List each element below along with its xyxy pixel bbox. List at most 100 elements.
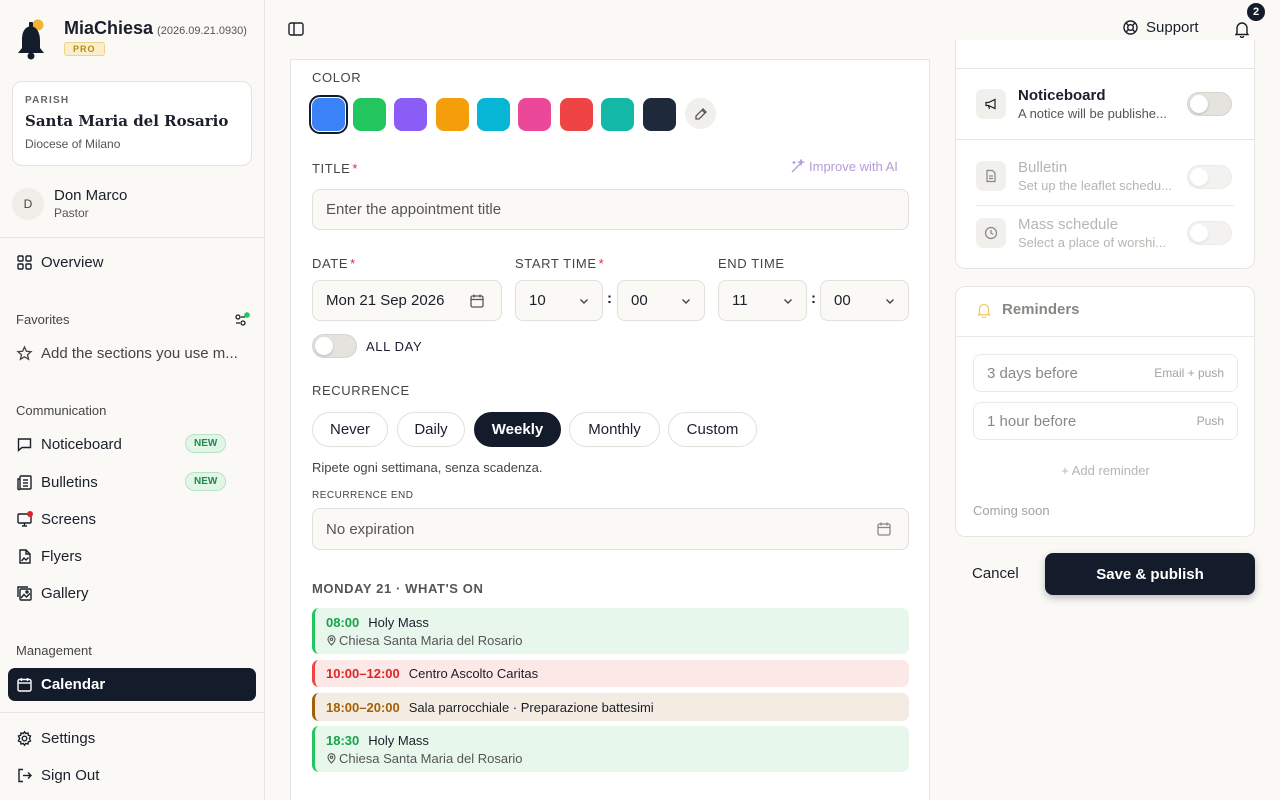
sidebar-item-calendar[interactable]: Calendar [16, 673, 105, 695]
notifications-bell-icon[interactable] [1233, 20, 1251, 38]
noticeboard-sub: A notice will be publishe... [1018, 106, 1167, 121]
recurrence-end-value: No expiration [326, 520, 415, 538]
location-pin-icon [327, 753, 336, 764]
event-title: Centro Ascolto Caritas [408, 666, 539, 681]
save-publish-button[interactable]: Save & publish [1045, 553, 1255, 595]
parish-card[interactable]: PARISH Santa Maria del Rosario Diocese o… [12, 81, 252, 166]
title-input[interactable]: Enter the appointment title [312, 189, 909, 230]
color-swatch[interactable] [477, 98, 510, 131]
reminder-item[interactable]: 1 hour before Push [973, 402, 1238, 440]
date-value: Mon 21 Sep 2026 [326, 292, 445, 309]
schedule-event[interactable]: 08:00 Holy Mass Chiesa Santa Maria del Ro… [312, 608, 909, 654]
color-swatch[interactable] [353, 98, 386, 131]
recurrence-custom-button[interactable]: Custom [668, 412, 757, 447]
favorites-add-hint[interactable]: Add the sections you use m... [16, 342, 238, 364]
pro-badge: PRO [64, 42, 105, 56]
end-minute-select[interactable]: 00 [820, 280, 909, 321]
sidebar-item-label: Calendar [41, 675, 106, 693]
sidebar-item-screens[interactable]: Screens [16, 508, 96, 530]
noticeboard-toggle[interactable] [1187, 92, 1232, 116]
start-minute-value: 00 [631, 292, 648, 309]
sidebar-item-label: Flyers [41, 547, 82, 565]
start-time-label: START TIME * [515, 256, 605, 271]
all-day-toggle[interactable] [312, 334, 357, 358]
add-reminder-button[interactable]: + Add reminder [973, 463, 1238, 478]
recurrence-monthly-button[interactable]: Monthly [569, 412, 660, 447]
color-swatch[interactable] [436, 98, 469, 131]
start-minute-select[interactable]: 00 [617, 280, 705, 321]
user-profile[interactable]: D Don Marco Pastor [12, 187, 127, 220]
user-name: Don Marco [54, 187, 128, 204]
recurrence-weekly-button[interactable]: Weekly [474, 412, 561, 447]
event-title: Holy Mass [368, 615, 429, 630]
sidebar-item-label: Noticeboard [41, 435, 122, 453]
reminder-item[interactable]: 3 days before Email + push [973, 354, 1238, 392]
notification-count-badge: 2 [1247, 3, 1265, 21]
recurrence-daily-button[interactable]: Daily [397, 412, 465, 447]
app-version: (2026.09.21.0930) [157, 25, 247, 37]
sidebar-item-flyers[interactable]: Flyers [16, 545, 82, 567]
customize-favorites-icon[interactable] [233, 311, 251, 329]
card-divider [976, 205, 1234, 206]
coming-soon-note: Coming soon [973, 503, 1050, 518]
publish-mass-schedule-row: Mass schedule Select a place of worshi..… [976, 216, 1176, 250]
bell-icon [977, 303, 991, 318]
sidebar-item-overview[interactable]: Overview [16, 251, 104, 273]
schedule-event[interactable]: 10:00–12:00 Centro Ascolto Caritas [312, 660, 909, 687]
event-place: Chiesa Santa Maria del Rosario [339, 633, 523, 648]
color-swatch[interactable] [560, 98, 593, 131]
calendar-icon [17, 677, 32, 692]
sidebar: MiaChiesa (2026.09.21.0930) PRO PARISH Sa… [0, 0, 265, 800]
reminder-when: 1 hour before [987, 412, 1077, 430]
event-place: Chiesa Santa Maria del Rosario [339, 751, 523, 766]
sidebar-item-noticeboard[interactable]: Noticeboard [16, 433, 122, 455]
color-swatch[interactable] [601, 98, 634, 131]
color-swatch[interactable] [643, 98, 676, 131]
bulletin-toggle[interactable] [1187, 165, 1232, 189]
time-separator: : [811, 290, 816, 307]
start-hour-select[interactable]: 10 [515, 280, 603, 321]
end-hour-select[interactable]: 11 [718, 280, 807, 321]
support-button[interactable]: Support [1122, 19, 1199, 36]
improve-with-ai-button[interactable]: Improve with AI [790, 159, 898, 174]
sidebar-item-label: Screens [41, 510, 97, 528]
cancel-button[interactable]: Cancel [972, 565, 1019, 582]
reminders-title: Reminders [1002, 301, 1080, 318]
color-swatch[interactable] [394, 98, 427, 131]
mass-schedule-toggle[interactable] [1187, 221, 1232, 245]
schedule-event[interactable]: 18:30 Holy Mass Chiesa Santa Maria del Ro… [312, 726, 909, 772]
user-role: Pastor [54, 206, 89, 220]
parish-diocese: Diocese of Milano [25, 137, 121, 151]
color-swatch[interactable] [309, 95, 348, 134]
location-pin-icon [327, 635, 336, 646]
sidebar-item-label: Bulletins [41, 473, 98, 491]
end-minute-value: 00 [834, 292, 851, 309]
parish-name: Santa Maria del Rosario [25, 112, 229, 130]
color-swatch[interactable] [518, 98, 551, 131]
sidebar-item-settings[interactable]: Settings [16, 727, 95, 749]
event-time: 18:30 [326, 733, 360, 748]
sidebar-toggle-icon[interactable] [287, 20, 305, 38]
reminder-channel: Email + push [1154, 366, 1224, 380]
recurrence-never-button[interactable]: Never [312, 412, 388, 447]
clock-icon [984, 226, 998, 240]
sidebar-item-bulletins[interactable]: Bulletins [16, 471, 98, 493]
card-divider [956, 336, 1254, 337]
event-title: Sala parrocchiale · Preparazione battesi… [408, 700, 654, 715]
chevron-down-icon [682, 298, 690, 304]
date-picker[interactable]: Mon 21 Sep 2026 [312, 280, 502, 321]
lifebuoy-icon [1123, 20, 1138, 35]
recurrence-end-picker[interactable]: No expiration [312, 508, 909, 550]
bell-logo-icon [18, 19, 44, 60]
event-time: 18:00–20:00 [326, 700, 400, 715]
support-label: Support [1146, 19, 1199, 36]
sidebar-item-gallery[interactable]: Gallery [16, 582, 89, 604]
start-hour-value: 10 [529, 292, 546, 309]
grid-icon [17, 254, 32, 270]
custom-color-picker[interactable] [685, 98, 716, 129]
schedule-event[interactable]: 18:00–20:00 Sala parrocchiale · Preparazi… [312, 693, 909, 721]
sidebar-item-sign-out[interactable]: Sign Out [16, 764, 99, 786]
color-label: COLOR [312, 70, 362, 85]
sidebar-item-label: Gallery [41, 584, 89, 602]
megaphone-icon [985, 98, 996, 110]
